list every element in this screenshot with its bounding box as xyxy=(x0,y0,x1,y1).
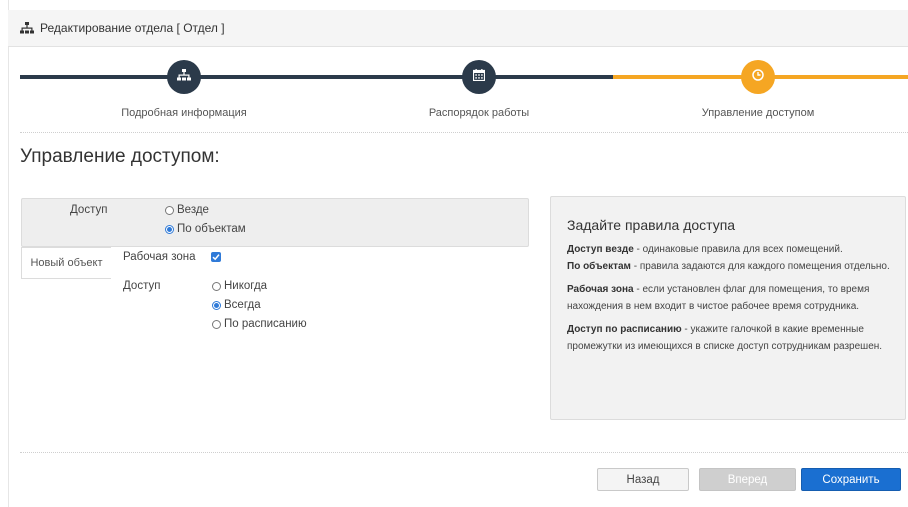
access-everywhere-radio[interactable]: Везде xyxy=(165,204,209,216)
radio-unchecked-icon xyxy=(212,281,221,291)
clock-icon xyxy=(752,68,764,86)
radio-checked-icon xyxy=(212,300,221,310)
radio-checked-icon xyxy=(165,224,174,234)
divider xyxy=(20,132,908,133)
help-title: Задайте правила доступа xyxy=(567,217,736,233)
help-term-work-zone: Рабочая зона xyxy=(567,284,634,295)
help-term-by-objects: По объектам xyxy=(567,261,631,272)
back-button[interactable]: Назад xyxy=(597,468,689,491)
access-never-label: Никогда xyxy=(224,280,268,292)
save-button[interactable]: Сохранить xyxy=(801,468,901,491)
access-always-label: Всегда xyxy=(224,299,261,311)
object-access-label: Доступ xyxy=(123,280,161,292)
sitemap-icon xyxy=(177,68,191,86)
page-title: Управление доступом: xyxy=(20,146,220,167)
help-text-everywhere: - одинаковые правила для всех помещений. xyxy=(633,244,843,255)
help-paragraph-work-zone: Рабочая зона - если установлен флаг для … xyxy=(567,281,891,315)
help-paragraph-access: Доступ везде - одинаковые правила для вс… xyxy=(567,241,891,275)
help-term-everywhere: Доступ везде xyxy=(567,244,634,255)
help-panel: Задайте правила доступа Доступ везде - о… xyxy=(550,196,906,420)
step-access[interactable] xyxy=(741,60,775,94)
next-button[interactable]: Вперед xyxy=(699,468,796,491)
step-label-details: Подробная информация xyxy=(121,107,247,119)
access-never-radio[interactable]: Никогда xyxy=(212,280,267,292)
radio-unchecked-icon xyxy=(212,319,221,329)
step-schedule[interactable] xyxy=(462,60,496,94)
access-by-objects-label: По объектам xyxy=(177,223,246,235)
wizard-stepper: Подробная информация Распорядок работы У… xyxy=(0,58,908,130)
step-label-schedule: Распорядок работы xyxy=(428,107,530,119)
object-tab[interactable]: Новый объект xyxy=(21,247,111,279)
progress-track-completed xyxy=(20,75,613,79)
work-zone-checkbox[interactable] xyxy=(211,252,221,262)
step-details[interactable] xyxy=(167,60,201,94)
access-mode-label: Доступ xyxy=(70,204,108,216)
checkmark-icon xyxy=(212,254,220,261)
window-header: Редактирование отдела [ Отдел ] xyxy=(8,10,908,47)
access-always-radio[interactable]: Всегда xyxy=(212,299,261,311)
access-everywhere-label: Везде xyxy=(177,204,209,216)
help-term-schedule: Доступ по расписанию xyxy=(567,324,682,335)
sitemap-icon xyxy=(20,22,34,34)
work-zone-label: Рабочая зона xyxy=(123,251,196,263)
calendar-icon xyxy=(472,68,486,86)
access-schedule-label: По расписанию xyxy=(224,318,307,330)
help-text-by-objects: - правила задаются для каждого помещения… xyxy=(630,261,890,272)
access-schedule-radio[interactable]: По расписанию xyxy=(212,318,307,330)
radio-unchecked-icon xyxy=(165,205,174,215)
step-label-access: Управление доступом xyxy=(701,107,815,119)
help-paragraph-schedule: Доступ по расписанию - укажите галочкой … xyxy=(567,321,891,355)
footer-divider xyxy=(20,452,908,453)
window-title: Редактирование отдела [ Отдел ] xyxy=(40,21,225,35)
access-by-objects-radio[interactable]: По объектам xyxy=(165,223,246,235)
